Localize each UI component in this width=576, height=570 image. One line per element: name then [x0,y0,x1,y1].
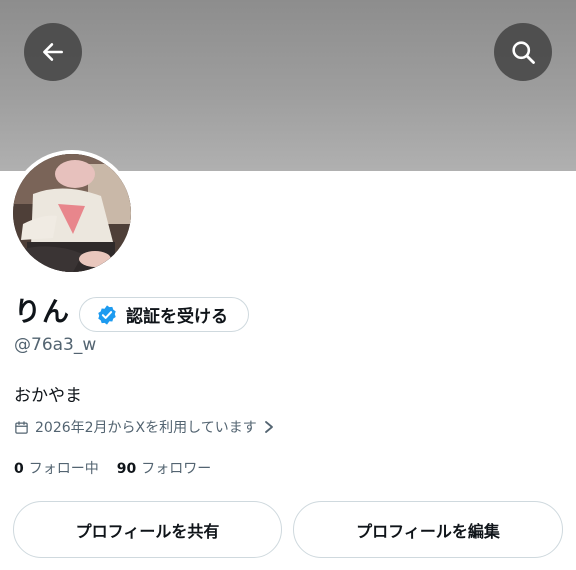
following-link[interactable]: 0 フォロー中 [14,458,99,478]
calendar-icon [15,420,28,434]
search-icon [512,41,535,64]
share-profile-button[interactable]: プロフィールを共有 [13,501,282,558]
get-verified-label: 認証を受ける [126,307,228,327]
joined-date-row[interactable]: 2026年2月からXを利用しています [14,417,275,437]
followers-link[interactable]: 90 フォロワー [117,458,211,478]
user-handle: @76a3_w [14,335,97,355]
edit-profile-button[interactable]: プロフィールを編集 [293,501,563,558]
followers-count: 90 [116,461,137,477]
get-verified-button[interactable]: 認証を受ける [79,297,249,332]
following-count: 0 [14,461,24,477]
followers-label: フォロワー [141,461,212,477]
follow-stats: 0 フォロー中 90 フォロワー [14,458,211,478]
back-button[interactable] [24,23,82,81]
verified-badge-icon [98,304,116,325]
chevron-right-icon [264,421,273,433]
profile-banner[interactable] [0,0,576,171]
avatar[interactable] [13,154,131,272]
avatar-photo [13,154,131,272]
arrow-left-icon [43,43,63,61]
avatar-frame[interactable] [9,150,135,276]
display-name: りん [14,297,70,328]
profile-bio: おかやま [14,386,82,406]
profile-page: りん 認証を受ける @76a3_w おかやま 2026年2月からXを利用していま… [0,0,576,570]
following-label: フォロー中 [28,461,99,477]
joined-date-text: 2026年2月からXを利用しています [35,420,257,436]
search-button[interactable] [494,23,552,81]
